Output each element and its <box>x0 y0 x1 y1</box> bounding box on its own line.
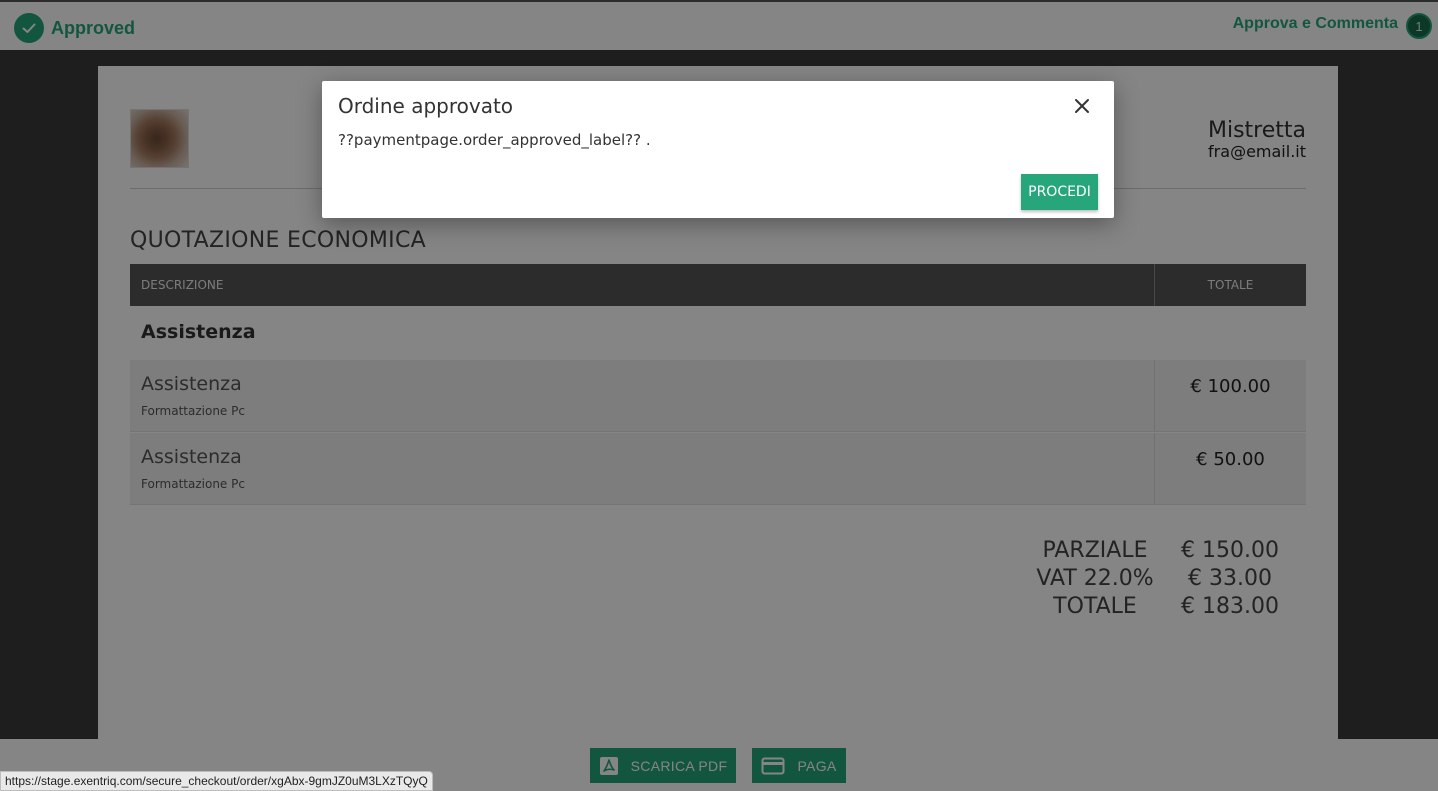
dialog-message: ??paymentpage.order_approved_label?? . <box>338 131 651 149</box>
dialog-title: Ordine approvato <box>338 94 514 118</box>
link-status-url: https://stage.exentriq.com/secure_checko… <box>0 771 433 791</box>
proceed-button[interactable]: PROCEDI <box>1021 174 1098 210</box>
order-approved-dialog: Ordine approvato ??paymentpage.order_app… <box>322 81 1114 218</box>
close-icon[interactable] <box>1072 96 1092 116</box>
